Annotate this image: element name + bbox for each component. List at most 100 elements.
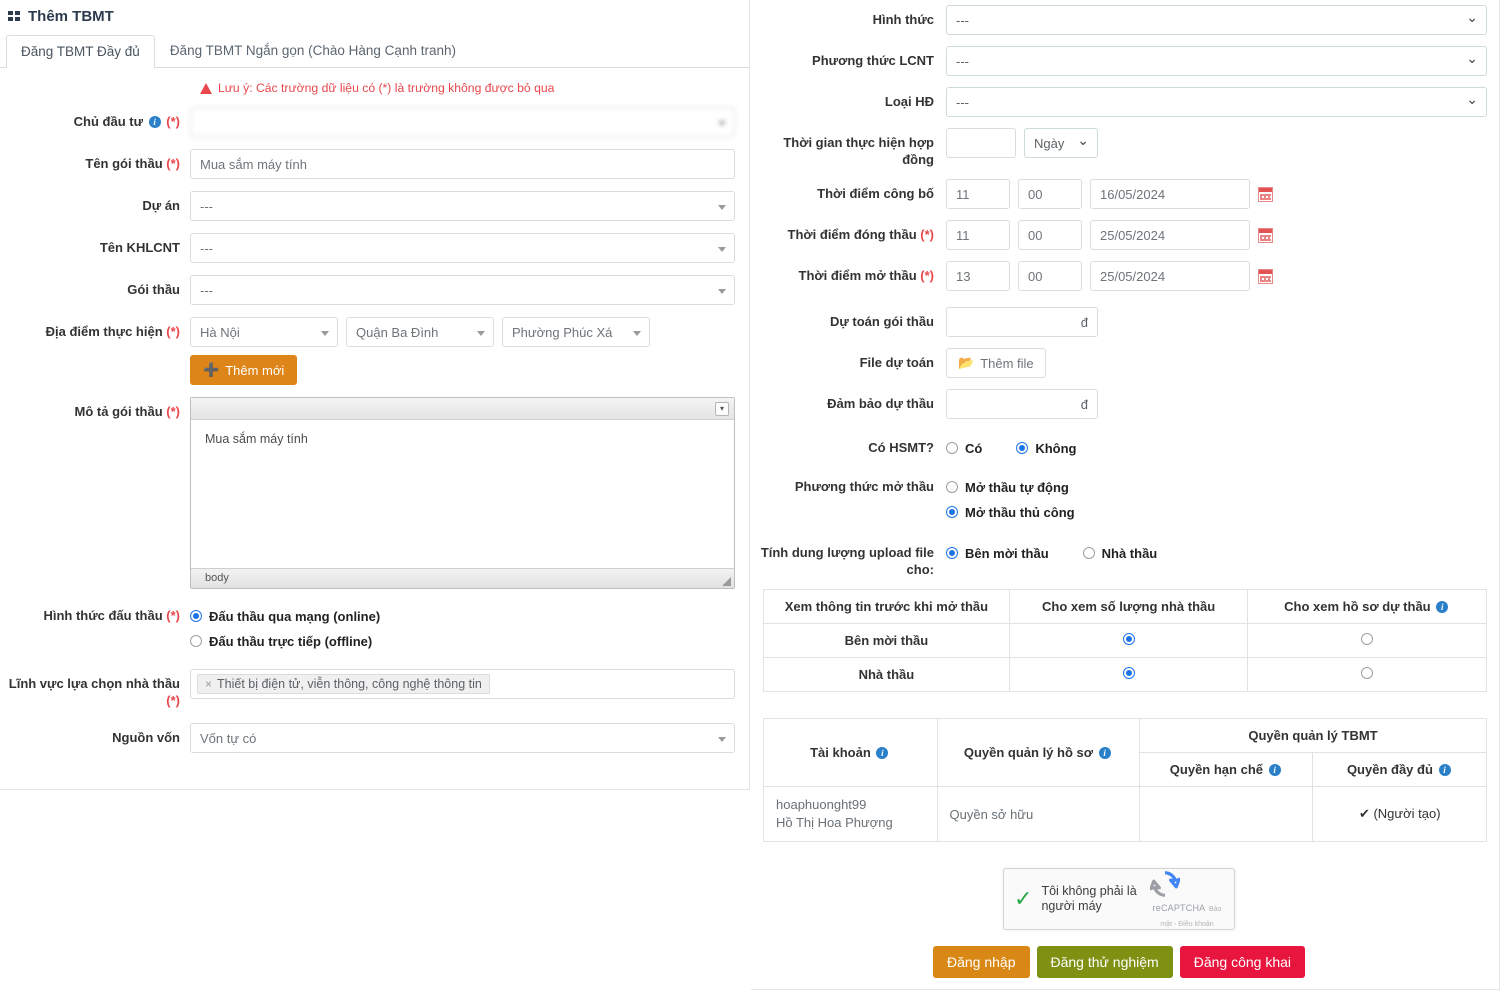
estimate-input[interactable]: đ (946, 307, 1098, 337)
radio-bidding-offline-label[interactable]: Đấu thầu trực tiếp (offline) (209, 634, 372, 649)
cell-contractor-show-count[interactable] (1008, 657, 1249, 692)
description-editor[interactable]: ▾ Mua sắm máy tính body (190, 397, 735, 589)
cell-contractor-show-docs[interactable] (1247, 657, 1487, 692)
cell-limited-permission[interactable] (1138, 786, 1314, 842)
radio-hsmt-no-input[interactable] (1016, 442, 1029, 454)
remove-tag-icon[interactable]: × (205, 677, 212, 691)
radio-hsmt-no-label[interactable]: Không (1035, 441, 1076, 456)
cell-inviter-show-count[interactable] (1008, 623, 1249, 658)
radio-open-manual-input[interactable] (946, 506, 958, 518)
field-row-contract-type: Loại HĐ --- (751, 87, 1487, 117)
radio-contractor-show-docs[interactable] (1361, 667, 1374, 679)
cell-full-permission[interactable]: ✔ (Người tạo) (1312, 786, 1487, 842)
bid-guarantee-input[interactable]: đ (946, 389, 1098, 419)
field-selection-tag[interactable]: × Thiết bị điện tử, viễn thông, công ngh… (197, 674, 490, 694)
radio-inviter-show-count[interactable] (1122, 633, 1135, 645)
tab-dang-tbmt-day-du[interactable]: Đăng TBMT Đầy đủ (6, 35, 155, 68)
cell-inviter-show-docs[interactable] (1247, 623, 1487, 658)
radio-hsmt-yes-input[interactable] (946, 442, 958, 454)
location-ward-select[interactable]: Phường Phúc Xá (502, 317, 650, 347)
radio-open-auto-label[interactable]: Mở thầu tự động (965, 480, 1069, 495)
public-publish-button[interactable]: Đăng công khai (1179, 946, 1306, 978)
contract-type-select[interactable]: --- (946, 87, 1487, 117)
add-location-button[interactable]: ➕ Thêm mới (190, 355, 298, 385)
contract-duration-input[interactable] (946, 128, 1016, 158)
radio-open-auto-input[interactable] (946, 481, 958, 493)
calendar-icon[interactable] (1258, 268, 1273, 284)
form-type-select[interactable]: --- (946, 5, 1487, 35)
contract-duration-unit-select[interactable]: Ngày (1024, 128, 1098, 158)
radio-open-manual-label[interactable]: Mở thầu thủ công (965, 505, 1075, 520)
radio-contractor-show-count[interactable] (1122, 667, 1135, 679)
editor-path-label: body (205, 572, 229, 584)
open-time-hour-input[interactable] (946, 261, 1010, 291)
trial-publish-button[interactable]: Đăng thử nghiệm (1036, 946, 1173, 978)
th-show-docs: Cho xem hồ sơ dự thầu i (1247, 589, 1487, 624)
radio-open-manual[interactable]: Mở thầu thủ công (946, 502, 1487, 522)
estimate-currency: đ (1080, 314, 1088, 330)
lcnt-method-select[interactable]: --- (946, 46, 1487, 76)
radio-bidding-offline-input[interactable] (190, 635, 202, 647)
radio-hsmt-no[interactable]: Không (1016, 438, 1077, 458)
info-icon[interactable]: i (1436, 601, 1449, 613)
publish-time-minute-input[interactable] (1018, 179, 1082, 209)
info-icon[interactable]: i (1098, 747, 1111, 759)
project-select[interactable]: --- (190, 191, 735, 221)
radio-bidding-online-input[interactable] (190, 610, 202, 622)
login-button[interactable]: Đăng nhập (932, 946, 1030, 978)
publish-time-date-input[interactable] (1090, 179, 1250, 209)
info-icon[interactable]: i (1438, 764, 1451, 776)
info-icon[interactable]: i (876, 747, 889, 759)
radio-quota-contractor-label[interactable]: Nhà thầu (1102, 546, 1158, 561)
investor-select[interactable] (190, 107, 735, 137)
calendar-icon[interactable] (1258, 227, 1273, 243)
warning-icon (200, 82, 212, 94)
radio-quota-contractor-input[interactable] (1082, 547, 1095, 559)
field-row-khlcnt-name: Tên KHLCNT --- (0, 233, 749, 263)
editor-resize-handle[interactable] (722, 577, 731, 586)
radio-hsmt-yes[interactable]: Có (946, 438, 982, 458)
label-location: Địa điểm thực hiện (*) (45, 324, 180, 339)
radio-bidding-online[interactable]: Đấu thầu qua mạng (online) (190, 606, 735, 626)
location-province-select[interactable]: Hà Nội (190, 317, 338, 347)
field-row-package-name: Tên gói thầu (*) (0, 149, 749, 179)
info-icon[interactable]: i (148, 116, 161, 128)
description-editor-body[interactable]: Mua sắm máy tính (191, 420, 734, 568)
radio-quota-inviter-input[interactable] (946, 547, 958, 559)
radio-hsmt-yes-label[interactable]: Có (965, 441, 982, 456)
radio-bidding-offline[interactable]: Đấu thầu trực tiếp (offline) (190, 631, 735, 651)
radio-quota-contractor[interactable]: Nhà thầu (1082, 543, 1158, 563)
location-district-select[interactable]: Quận Ba Đình (346, 317, 494, 347)
close-time-hour-input[interactable] (946, 220, 1010, 250)
package-select[interactable]: --- (190, 275, 735, 305)
add-file-button[interactable]: 📂 Thêm file (946, 348, 1046, 378)
radio-bidding-online-label[interactable]: Đấu thầu qua mạng (online) (209, 609, 380, 624)
open-time-minute-input[interactable] (1018, 261, 1082, 291)
cell-account: hoaphuonght99 Hồ Thị Hoa Phượng (763, 786, 938, 842)
close-time-date-input[interactable] (1090, 220, 1250, 250)
capital-source-select[interactable]: Vốn tự có (190, 723, 735, 753)
open-time-date-input[interactable] (1090, 261, 1250, 291)
khlcnt-name-select[interactable]: --- (190, 233, 735, 263)
label-contract-duration: Thời gian thực hiện hợp đồng (783, 135, 934, 167)
field-row-open-method: Phương thức mở thầu Mở thầu tự động Mở t… (751, 472, 1487, 524)
package-name-input[interactable] (190, 149, 735, 179)
close-time-minute-input[interactable] (1018, 220, 1082, 250)
field-row-investor: Chủ đầu tư i (*) (0, 107, 749, 137)
field-row-publish-time: Thời điểm công bố (751, 179, 1487, 209)
radio-open-auto[interactable]: Mở thầu tự động (946, 477, 1487, 497)
radio-inviter-show-docs[interactable] (1361, 633, 1374, 645)
account-username: hoaphuonght99 (776, 797, 867, 812)
field-selection-input[interactable]: × Thiết bị điện tử, viễn thông, công ngh… (190, 669, 735, 699)
field-row-open-time: Thời điểm mở thầu (*) (751, 261, 1487, 291)
info-icon[interactable]: i (1268, 764, 1281, 776)
radio-quota-inviter[interactable]: Bên mời thầu (946, 543, 1049, 563)
calendar-icon[interactable] (1258, 186, 1273, 202)
radio-quota-inviter-label[interactable]: Bên mời thầu (965, 546, 1049, 561)
field-row-has-hsmt: Có HSMT? Có Không (751, 433, 1487, 460)
editor-collapse-icon[interactable]: ▾ (715, 402, 729, 416)
recaptcha-widget[interactable]: ✓ Tôi không phải là người máy reCAPTCHA … (1003, 868, 1235, 930)
publish-time-hour-input[interactable] (946, 179, 1010, 209)
captcha-label[interactable]: Tôi không phải là người máy (1041, 884, 1150, 914)
tab-dang-tbmt-ngan-gon[interactable]: Đăng TBMT Ngắn gọn (Chào Hàng Cạnh tranh… (155, 34, 471, 67)
